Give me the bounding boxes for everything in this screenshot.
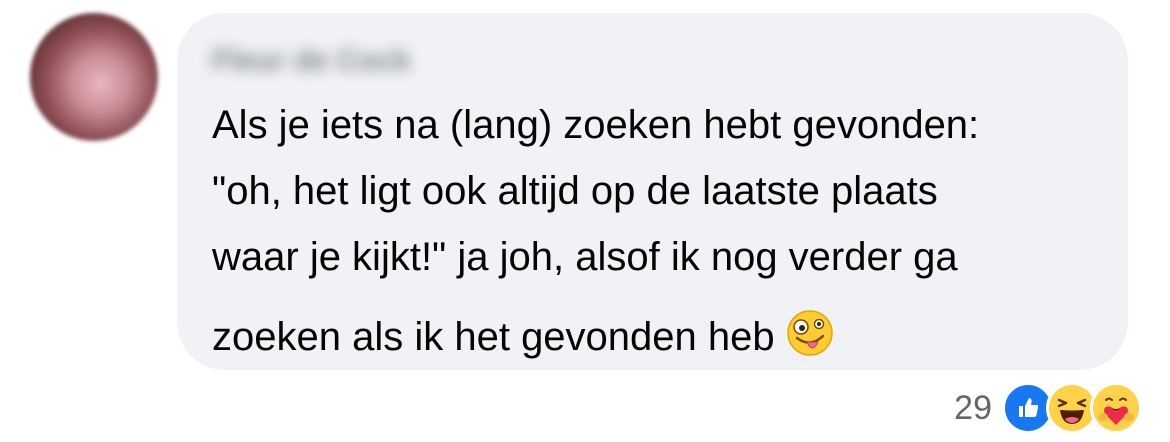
comment-line-last: zoeken als ik het gevonden heb: [212, 304, 1112, 370]
zany-face-icon: [785, 308, 835, 378]
comment-line: Als je iets na (lang) zoeken hebt gevond…: [212, 103, 980, 147]
commenter-avatar[interactable]: [30, 13, 158, 141]
comment-line: zoeken als ik het gevonden heb: [212, 315, 775, 359]
comment-line: waar je kijkt!" ja joh, alsof ik nog ver…: [212, 235, 958, 279]
reaction-icons[interactable]: [1002, 382, 1142, 434]
reactions-summary[interactable]: 29: [954, 380, 1142, 436]
comment-author-name[interactable]: Fleur de Cock: [212, 44, 410, 78]
comment-line: "oh, het ligt ook altijd op de laatste p…: [212, 169, 938, 213]
care-icon: [1090, 382, 1142, 434]
reaction-count[interactable]: 29: [954, 380, 992, 436]
comment-text: Als je iets na (lang) zoeken hebt gevond…: [212, 92, 1112, 370]
